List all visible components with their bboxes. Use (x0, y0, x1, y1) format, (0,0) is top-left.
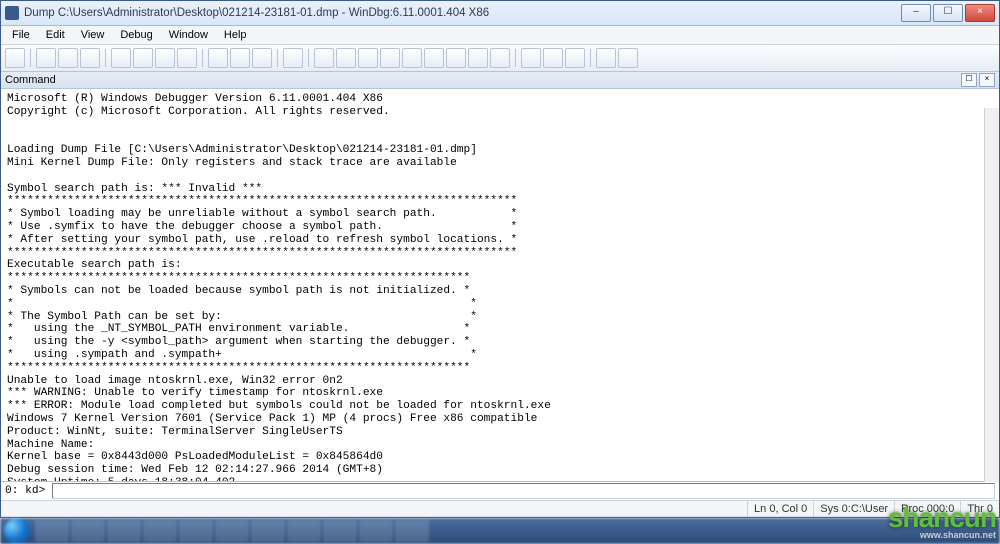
cut-icon[interactable] (36, 48, 56, 68)
window-title: Dump C:\Users\Administrator\Desktop\0212… (24, 7, 489, 19)
source-mode-icon[interactable] (521, 48, 541, 68)
options-icon[interactable] (565, 48, 585, 68)
menu-edit[interactable]: Edit (39, 28, 72, 42)
help-icon[interactable] (618, 48, 638, 68)
taskbar-item[interactable] (107, 520, 141, 542)
step-into-icon[interactable] (208, 48, 228, 68)
menu-bar: File Edit View Debug Window Help (1, 26, 999, 45)
vertical-scrollbar[interactable] (984, 108, 999, 482)
scratch-window-icon[interactable] (490, 48, 510, 68)
panel-close-icon[interactable]: × (979, 73, 995, 87)
close-button[interactable]: × (965, 4, 995, 22)
command-output[interactable]: Microsoft (R) Windows Debugger Version 6… (1, 89, 999, 481)
app-icon (5, 6, 19, 20)
taskbar-item[interactable] (143, 520, 177, 542)
taskbar-item[interactable] (395, 520, 429, 542)
command-panel-header[interactable]: Command ☐ × (1, 72, 999, 89)
status-thread: Thr 0 (960, 501, 999, 517)
step-over-icon[interactable] (230, 48, 250, 68)
watch-window-icon[interactable] (358, 48, 378, 68)
menu-debug[interactable]: Debug (113, 28, 159, 42)
registers-window-icon[interactable] (402, 48, 422, 68)
title-bar[interactable]: Dump C:\Users\Administrator\Desktop\0212… (1, 1, 999, 26)
stop-icon[interactable] (155, 48, 175, 68)
go-icon[interactable] (111, 48, 131, 68)
minimize-button[interactable]: – (901, 4, 931, 22)
status-proc: Proc 000:0 (894, 501, 960, 517)
status-line-col: Ln 0, Col 0 (747, 501, 813, 517)
windows-taskbar[interactable] (0, 518, 1000, 544)
window-buttons: – ☐ × (901, 4, 995, 22)
font-icon[interactable] (543, 48, 563, 68)
paste-icon[interactable] (80, 48, 100, 68)
command-window-icon[interactable] (336, 48, 356, 68)
start-orb-icon[interactable] (4, 518, 30, 544)
maximize-button[interactable]: ☐ (933, 4, 963, 22)
window-layout-icon[interactable] (596, 48, 616, 68)
command-input-bar: 0: kd> (1, 481, 999, 500)
taskbar-item[interactable] (35, 520, 69, 542)
taskbar-item[interactable] (359, 520, 393, 542)
toolbar (1, 45, 999, 72)
status-sys: Sys 0:C:\User (813, 501, 894, 517)
menu-file[interactable]: File (5, 28, 37, 42)
locals-window-icon[interactable] (380, 48, 400, 68)
windbg-window: Dump C:\Users\Administrator\Desktop\0212… (0, 0, 1000, 518)
callstack-window-icon[interactable] (446, 48, 466, 68)
step-out-icon[interactable] (252, 48, 272, 68)
taskbar-item[interactable] (323, 520, 357, 542)
command-input[interactable] (52, 483, 995, 499)
disasm-window-icon[interactable] (468, 48, 488, 68)
panel-restore-icon[interactable]: ☐ (961, 73, 977, 87)
menu-help[interactable]: Help (217, 28, 254, 42)
copy-icon[interactable] (58, 48, 78, 68)
memory-window-icon[interactable] (424, 48, 444, 68)
menu-window[interactable]: Window (162, 28, 215, 42)
run-to-cursor-icon[interactable] (283, 48, 303, 68)
taskbar-item[interactable] (179, 520, 213, 542)
menu-view[interactable]: View (74, 28, 112, 42)
taskbar-item[interactable] (287, 520, 321, 542)
break-icon[interactable] (177, 48, 197, 68)
command-panel-title: Command (5, 74, 56, 86)
status-bar: Ln 0, Col 0 Sys 0:C:\User Proc 000:0 Thr… (1, 500, 999, 517)
open-icon[interactable] (5, 48, 25, 68)
restart-icon[interactable] (133, 48, 153, 68)
taskbar-item[interactable] (71, 520, 105, 542)
command-prompt: 0: kd> (5, 485, 45, 497)
taskbar-item[interactable] (215, 520, 249, 542)
breakpoint-icon[interactable] (314, 48, 334, 68)
taskbar-item[interactable] (251, 520, 285, 542)
